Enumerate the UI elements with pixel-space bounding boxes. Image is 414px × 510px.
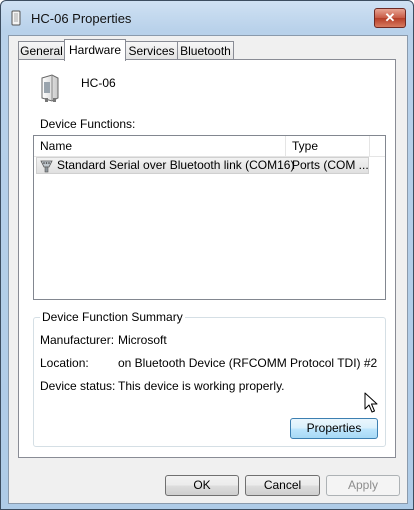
close-button[interactable]: ✕ bbox=[374, 8, 406, 28]
list-header: Name Type bbox=[34, 136, 385, 157]
list-item[interactable]: Standard Serial over Bluetooth link (COM… bbox=[36, 157, 369, 174]
tab-bluetooth[interactable]: Bluetooth bbox=[177, 41, 234, 59]
column-header-type[interactable]: Type bbox=[286, 136, 370, 156]
properties-window: HC-06 Properties ✕ General Hardware Serv… bbox=[0, 0, 414, 510]
function-type-cell: Ports (COM ... bbox=[292, 158, 369, 172]
manufacturer-value: Microsoft bbox=[118, 333, 167, 347]
summary-legend: Device Function Summary bbox=[40, 310, 185, 324]
dialog-body: General Hardware Services Bluetooth HC-0… bbox=[8, 35, 408, 504]
mouse-pointer-icon bbox=[364, 392, 378, 413]
location-label: Location: bbox=[40, 356, 89, 370]
tab-hardware[interactable]: Hardware bbox=[64, 39, 126, 61]
ok-button[interactable]: OK bbox=[165, 475, 239, 496]
title-bar[interactable]: HC-06 Properties ✕ bbox=[1, 1, 413, 35]
device-functions-label: Device Functions: bbox=[40, 117, 136, 131]
hardware-tab-panel: HC-06 Device Functions: Name Type Standa… bbox=[18, 59, 396, 458]
column-header-name[interactable]: Name bbox=[34, 136, 286, 156]
cancel-button[interactable]: Cancel bbox=[245, 475, 320, 496]
tab-services[interactable]: Services bbox=[125, 41, 178, 59]
apply-button[interactable]: Apply bbox=[326, 475, 400, 496]
tab-general[interactable]: General bbox=[18, 41, 65, 59]
window-title: HC-06 Properties bbox=[31, 11, 132, 26]
device-function-summary: Device Function Summary Manufacturer: Mi… bbox=[33, 310, 386, 447]
device-functions-list[interactable]: Name Type Standard Serial over Bluetooth… bbox=[33, 135, 386, 300]
device-name: HC-06 bbox=[81, 76, 116, 90]
close-icon: ✕ bbox=[384, 10, 396, 25]
manufacturer-label: Manufacturer: bbox=[40, 333, 115, 347]
function-name-cell: Standard Serial over Bluetooth link (COM… bbox=[57, 158, 295, 172]
bluetooth-device-icon bbox=[41, 74, 59, 102]
serial-port-icon bbox=[40, 160, 53, 173]
bluetooth-device-icon bbox=[11, 10, 21, 26]
location-value: on Bluetooth Device (RFCOMM Protocol TDI… bbox=[118, 356, 378, 370]
device-status-label: Device status: bbox=[40, 379, 116, 393]
properties-button[interactable]: Properties bbox=[290, 418, 378, 439]
device-status-value: This device is working properly. bbox=[118, 379, 285, 393]
